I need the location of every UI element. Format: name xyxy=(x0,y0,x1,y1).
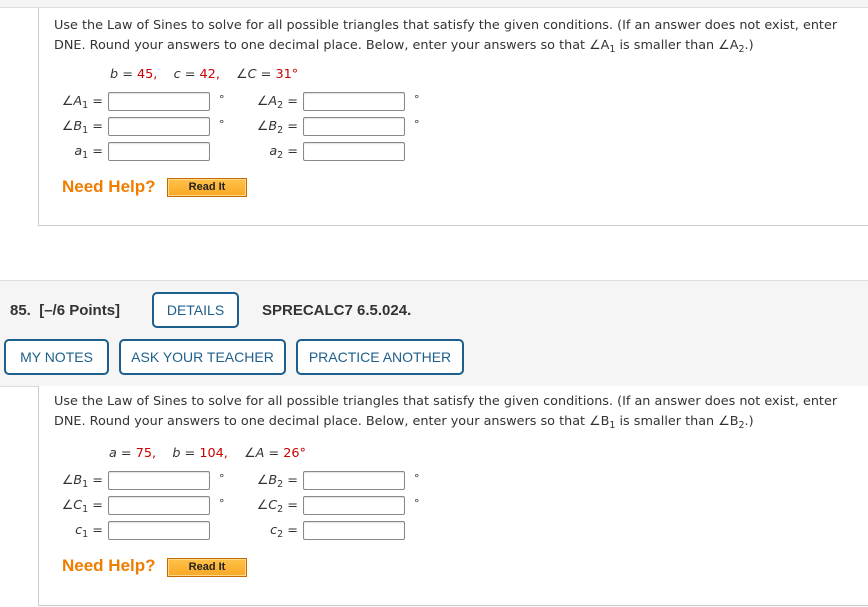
subscript: 1 xyxy=(82,125,89,136)
angle-b1-input[interactable] xyxy=(108,471,210,490)
given-value: 104, xyxy=(199,446,228,461)
side-a2-input[interactable] xyxy=(303,142,405,161)
degree-unit: ° xyxy=(414,93,420,106)
answer-label: ∠C2 = xyxy=(256,498,298,515)
side-a1-input[interactable] xyxy=(108,142,210,161)
previous-question-header-strip xyxy=(0,0,868,8)
degree-unit: ° xyxy=(219,472,225,485)
subscript: 2 xyxy=(277,529,284,540)
given-values: a = 75, b = 104, ∠A = 26° xyxy=(109,446,306,461)
answer-label: ∠A2 = xyxy=(256,94,298,111)
prompt-line-1: Use the Law of Sines to solve for all po… xyxy=(54,18,838,33)
angle-b1-input[interactable] xyxy=(108,117,210,136)
degree-unit: ° xyxy=(414,118,420,131)
label-text: ∠A xyxy=(61,94,83,109)
given-var: ∠C xyxy=(236,67,257,82)
label-text: a xyxy=(269,144,278,159)
answer-label: ∠A1 = xyxy=(61,94,103,111)
problem-code: SPRECALC7 6.5.024. xyxy=(262,302,412,319)
given-values: b = 45, c = 42, ∠C = 31° xyxy=(110,67,299,82)
answer-label: c2 = xyxy=(270,523,298,540)
details-button[interactable]: DETAILS xyxy=(152,292,239,328)
answer-label: ∠B1 = xyxy=(61,119,103,136)
angle-c2-input[interactable] xyxy=(303,496,405,515)
angle-a2-input[interactable] xyxy=(303,92,405,111)
degree-unit: ° xyxy=(219,497,225,510)
my-notes-button[interactable]: MY NOTES xyxy=(4,339,109,375)
given-value: 75, xyxy=(135,446,157,461)
label-text: ∠B xyxy=(256,473,278,488)
given-var: ∠A xyxy=(244,446,265,461)
angle-c1-input[interactable] xyxy=(108,496,210,515)
label-text: ∠C xyxy=(61,498,83,513)
degree-unit: ° xyxy=(414,472,420,485)
subscript: 2 xyxy=(277,150,284,161)
answer-label: ∠B2 = xyxy=(256,473,298,490)
given-var: b xyxy=(110,67,119,82)
given-var: c xyxy=(173,67,181,82)
angle-b2-input[interactable] xyxy=(303,117,405,136)
angle-b2-input[interactable] xyxy=(303,471,405,490)
prompt-line-2: DNE. Round your answers to one decimal p… xyxy=(54,412,868,436)
prompt-text: is smaller than ∠B xyxy=(615,413,739,429)
degree-unit: ° xyxy=(414,497,420,510)
question-number: 85. [–/6 Points] xyxy=(10,302,120,319)
subscript: 1 xyxy=(82,529,89,540)
previous-question-body: Use the Law of Sines to solve for all po… xyxy=(38,8,868,226)
subscript: 1 xyxy=(82,504,89,515)
angle-a1-input[interactable] xyxy=(108,92,210,111)
given-var: a xyxy=(109,446,117,461)
read-it-button[interactable]: Read It xyxy=(167,558,247,577)
current-question-body: Use the Law of Sines to solve for all po… xyxy=(38,386,868,606)
subscript: 1 xyxy=(82,100,89,111)
ask-your-teacher-button[interactable]: ASK YOUR TEACHER xyxy=(119,339,286,375)
need-help-label: Need Help? xyxy=(62,556,156,575)
subscript: 2 xyxy=(277,125,284,136)
label-text: ∠C xyxy=(256,498,278,513)
answer-label: c1 = xyxy=(75,523,103,540)
degree-unit: ° xyxy=(219,93,225,106)
read-it-button[interactable]: Read It xyxy=(167,178,247,197)
prompt-text: is smaller than ∠A xyxy=(615,37,739,53)
given-value: 26° xyxy=(283,446,306,461)
label-text: ∠A xyxy=(256,94,278,109)
given-value: 42, xyxy=(199,67,220,82)
answer-label: ∠B2 = xyxy=(256,119,298,136)
given-var: b xyxy=(172,446,181,461)
question-number-text: 85. xyxy=(10,302,31,319)
question-header: 85. [–/6 Points] DETAILS SPRECALC7 6.5.0… xyxy=(0,280,868,387)
prompt-text: DNE. Round your answers to one decimal p… xyxy=(54,413,610,429)
points-label: [–/6 Points] xyxy=(39,302,121,319)
degree-unit: ° xyxy=(219,118,225,131)
need-help-label: Need Help? xyxy=(62,177,156,196)
label-text: ∠B xyxy=(256,119,278,134)
prompt-line-2: DNE. Round your answers to one decimal p… xyxy=(54,36,868,60)
answer-label: a1 = xyxy=(74,144,103,161)
given-value: 45, xyxy=(136,67,158,82)
prompt-text: .) xyxy=(744,413,754,429)
side-c1-input[interactable] xyxy=(108,521,210,540)
practice-another-button[interactable]: PRACTICE ANOTHER xyxy=(296,339,464,375)
answer-label: a2 = xyxy=(269,144,298,161)
question-prompt: Use the Law of Sines to solve for all po… xyxy=(54,392,868,435)
answer-label: ∠B1 = xyxy=(61,473,103,490)
question-prompt: Use the Law of Sines to solve for all po… xyxy=(54,16,868,59)
answer-label: ∠C1 = xyxy=(61,498,103,515)
subscript: 2 xyxy=(277,479,284,490)
prompt-text: .) xyxy=(744,37,754,53)
label-text: ∠B xyxy=(61,119,83,134)
side-c2-input[interactable] xyxy=(303,521,405,540)
subscript: 2 xyxy=(277,100,284,111)
label-text: ∠B xyxy=(61,473,83,488)
label-text: a xyxy=(74,144,83,159)
subscript: 2 xyxy=(277,504,284,515)
prompt-line-1: Use the Law of Sines to solve for all po… xyxy=(54,394,838,409)
prompt-text: DNE. Round your answers to one decimal p… xyxy=(54,37,610,53)
subscript: 1 xyxy=(82,479,89,490)
subscript: 1 xyxy=(82,150,89,161)
given-value: 31° xyxy=(275,67,299,82)
